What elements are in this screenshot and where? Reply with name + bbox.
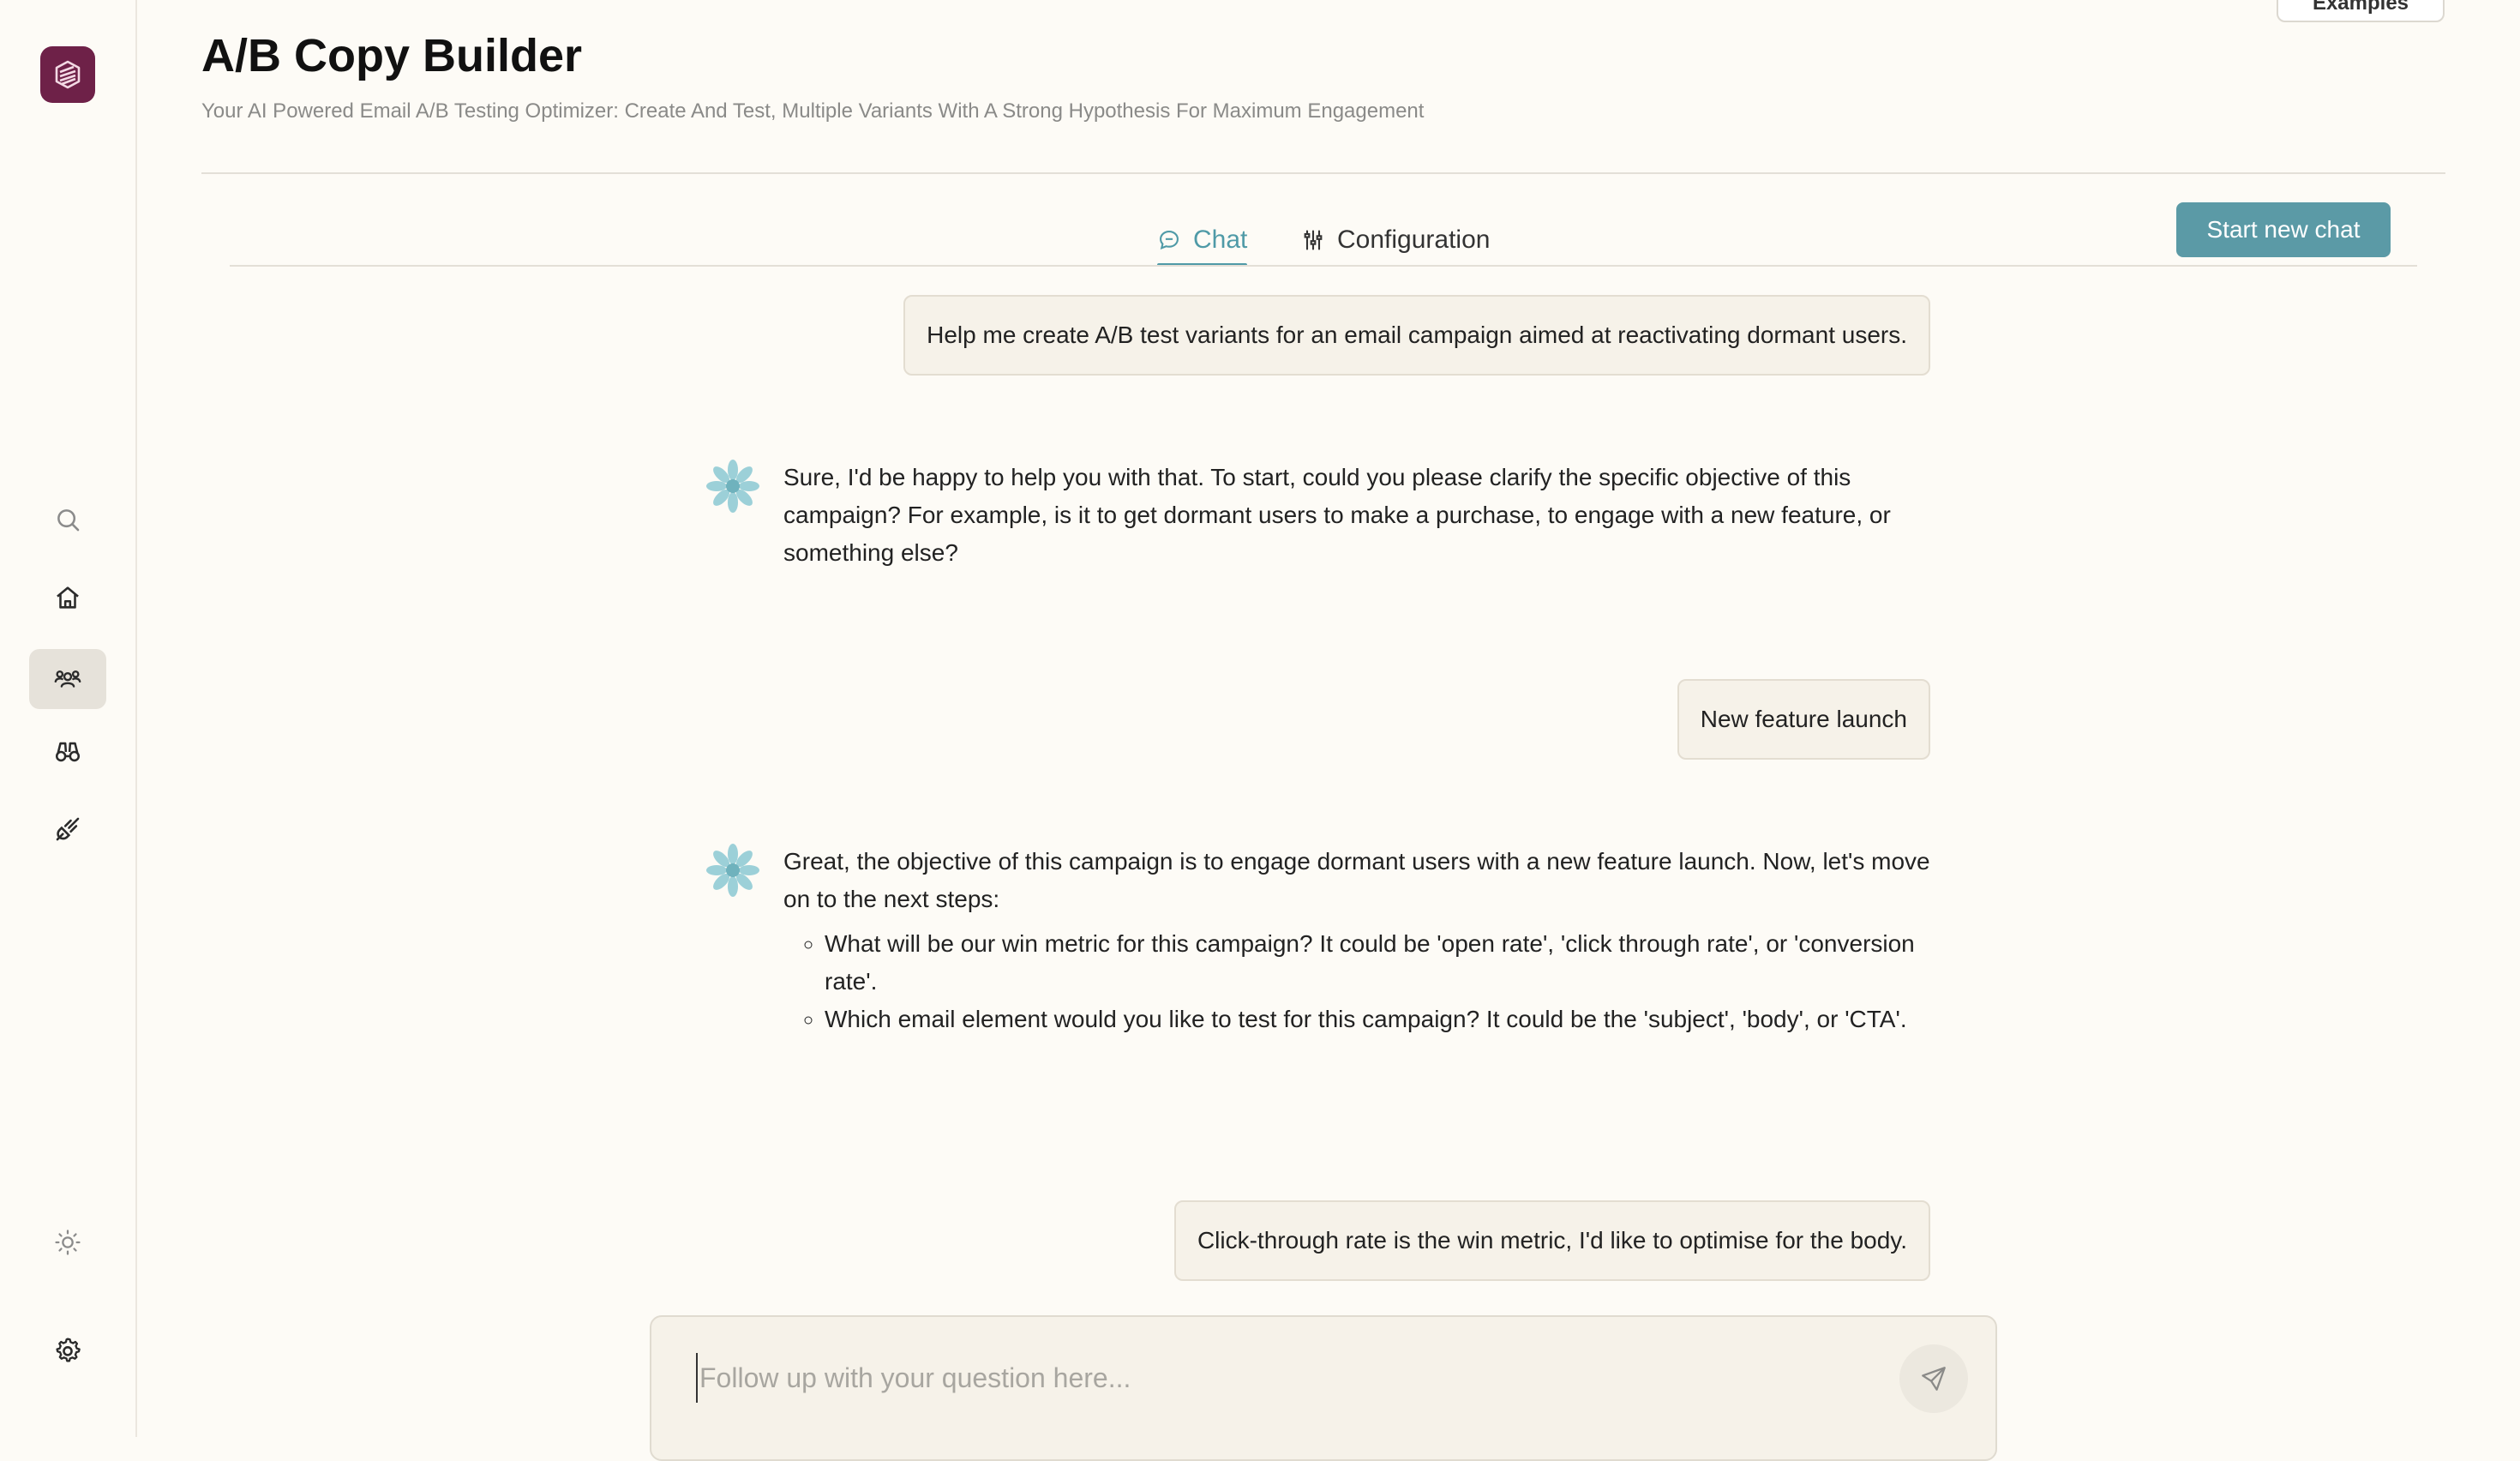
assistant-bullet-list: What will be our win metric for this cam… — [783, 925, 1932, 1038]
sidebar — [0, 0, 137, 1437]
home-icon — [57, 586, 79, 609]
users-icon — [54, 670, 81, 688]
chat-input-box — [650, 1315, 1997, 1461]
plug-icon — [56, 817, 80, 841]
tab-configuration[interactable]: Configuration — [1301, 214, 1490, 266]
examples-button[interactable]: Examples — [2277, 0, 2445, 22]
assistant-message: Great, the objective of this campaign is… — [783, 843, 1932, 1038]
assistant-avatar-icon — [706, 460, 759, 513]
sidebar-item-settings[interactable] — [29, 1320, 106, 1380]
sidebar-item-users[interactable] — [29, 649, 106, 709]
send-button[interactable] — [1899, 1344, 1968, 1413]
gear-icon — [56, 1338, 81, 1362]
header-divider — [201, 172, 2445, 174]
chat-input[interactable] — [696, 1353, 1815, 1403]
send-icon — [1922, 1367, 1946, 1391]
assistant-avatar-icon — [706, 844, 759, 897]
chat-bubble-icon — [1160, 231, 1179, 250]
search-icon — [57, 509, 80, 532]
assistant-paragraph: Sure, I'd be happy to help you with that… — [783, 464, 1891, 566]
user-message: New feature launch — [1677, 679, 1930, 760]
list-item: What will be our win metric for this cam… — [825, 925, 1932, 1001]
sidebar-item-explore[interactable] — [29, 722, 106, 782]
app-logo[interactable] — [40, 46, 95, 103]
sidebar-item-home[interactable] — [29, 568, 106, 628]
page-title: A/B Copy Builder — [201, 30, 583, 81]
page-subtitle: Your AI Powered Email A/B Testing Optimi… — [201, 99, 1425, 123]
theme-toggle[interactable] — [29, 1212, 106, 1272]
list-item: Which email element would you like to te… — [825, 1001, 1932, 1038]
binoculars-icon — [55, 742, 81, 762]
sun-icon — [55, 1230, 81, 1255]
tab-chat-label: Chat — [1193, 225, 1248, 254]
sliders-icon — [1304, 230, 1323, 250]
assistant-message: Sure, I'd be happy to help you with that… — [783, 459, 1932, 572]
start-new-chat-button[interactable]: Start new chat — [2176, 202, 2391, 257]
user-message: Click-through rate is the win metric, I'… — [1173, 1200, 1930, 1281]
tabs-divider — [230, 265, 2417, 267]
assistant-paragraph: Great, the objective of this campaign is… — [783, 848, 1930, 912]
logo-icon — [55, 60, 81, 89]
user-message: Help me create A/B test variants for an … — [903, 295, 1930, 376]
sidebar-item-search[interactable] — [29, 490, 106, 550]
tab-chat[interactable]: Chat — [1157, 214, 1248, 267]
tab-configuration-label: Configuration — [1337, 225, 1491, 254]
sidebar-item-integrations[interactable] — [29, 799, 106, 859]
